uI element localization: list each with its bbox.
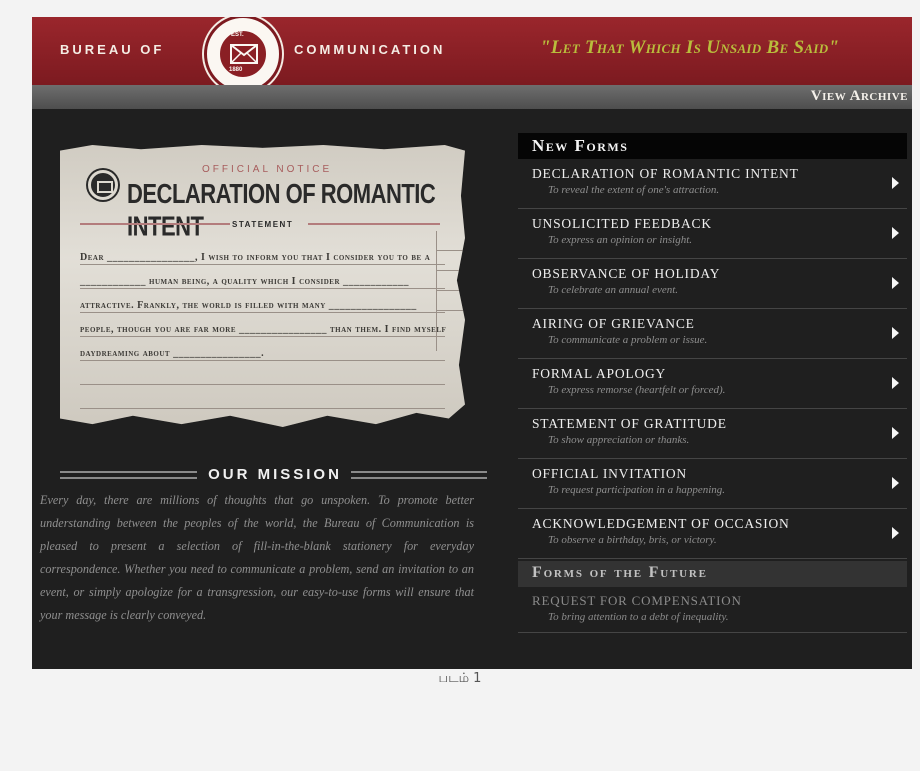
forms-menu: New Forms DECLARATION OF ROMANTIC INTENT…: [518, 133, 907, 633]
brand-text-left: BUREAU OF: [60, 42, 165, 57]
mission-title: OUR MISSION: [208, 466, 342, 483]
new-forms-header: New Forms: [518, 133, 907, 159]
form-title: DECLARATION OF ROMANTIC INTENT: [532, 166, 799, 181]
form-title: OFFICIAL INVITATION: [532, 466, 687, 481]
notice-body-text: Dear ________________, I wish to inform …: [80, 252, 447, 359]
featured-form-image[interactable]: OFFICIAL NOTICE DECLARATION OF ROMANTIC …: [60, 145, 465, 427]
notice-statement-label: STATEMENT: [232, 220, 294, 229]
notice-divider-left: [80, 223, 230, 225]
future-forms-header: Forms of the Future: [518, 561, 907, 587]
seal-stamp-icon: [88, 170, 118, 200]
arrow-right-icon[interactable]: [892, 377, 899, 389]
form-title: REQUEST FOR COMPENSATION: [532, 593, 742, 608]
future-forms-list: REQUEST FOR COMPENSATION To bring attenti…: [518, 587, 907, 633]
form-title: AIRING OF GRIEVANCE: [532, 316, 695, 331]
seal-year: 1880: [229, 67, 243, 73]
figure-caption: படம் 1: [438, 671, 482, 686]
notice-title: DECLARATION OF ROMANTIC INTENT: [127, 178, 436, 242]
form-description: To request participation in a happening.: [548, 484, 726, 496]
arrow-right-icon[interactable]: [892, 477, 899, 489]
form-description: To show appreciation or thanks.: [548, 434, 690, 446]
mission-heading: OUR MISSION: [60, 466, 487, 486]
new-form-item[interactable]: OFFICIAL INVITATION To request participat…: [518, 459, 907, 509]
form-description: To observe a birthday, bris, or victory.: [548, 534, 717, 546]
future-form-item: REQUEST FOR COMPENSATION To bring attenti…: [518, 587, 907, 633]
mission-rule-left: [60, 471, 197, 479]
form-title: FORMAL APOLOGY: [532, 366, 667, 381]
new-form-item[interactable]: DECLARATION OF ROMANTIC INTENT To reveal …: [518, 159, 907, 209]
form-description: To express an opinion or insight.: [548, 234, 693, 246]
notice-divider-right: [308, 223, 440, 225]
mission-rule-right: [351, 471, 487, 479]
page-frame: BUREAU OF EST. 1880 COMMUNICATION "Let T…: [32, 17, 912, 669]
new-form-item[interactable]: FORMAL APOLOGY To express remorse (heartf…: [518, 359, 907, 409]
bureau-seal-logo[interactable]: EST. 1880: [204, 17, 282, 93]
new-forms-list: DECLARATION OF ROMANTIC INTENT To reveal …: [518, 159, 907, 559]
mission-text: Every day, there are millions of thought…: [40, 493, 474, 622]
form-description: To celebrate an annual event.: [548, 284, 679, 296]
seal-est: EST.: [231, 32, 244, 38]
arrow-right-icon[interactable]: [892, 227, 899, 239]
arrow-right-icon[interactable]: [892, 177, 899, 189]
form-title: UNSOLICITED FEEDBACK: [532, 216, 712, 231]
arrow-right-icon[interactable]: [892, 527, 899, 539]
new-form-item[interactable]: AIRING OF GRIEVANCE To communicate a prob…: [518, 309, 907, 359]
site-motto: "Let That Which Is Unsaid Be Said": [540, 37, 840, 58]
site-header: BUREAU OF EST. 1880 COMMUNICATION "Let T…: [32, 17, 912, 93]
view-archive-link[interactable]: View Archive: [811, 88, 908, 105]
form-description: To communicate a problem or issue.: [548, 334, 708, 346]
form-title: STATEMENT OF GRATITUDE: [532, 416, 727, 431]
form-description: To express remorse (heartfelt or forced)…: [548, 384, 726, 396]
envelope-icon: [230, 44, 258, 64]
arrow-right-icon[interactable]: [892, 327, 899, 339]
arrow-right-icon[interactable]: [892, 427, 899, 439]
form-description: To bring attention to a debt of inequali…: [548, 611, 729, 623]
sub-navigation-bar: View Archive: [32, 85, 912, 109]
new-form-item[interactable]: OBSERVANCE OF HOLIDAY To celebrate an ann…: [518, 259, 907, 309]
arrow-right-icon[interactable]: [892, 277, 899, 289]
new-form-item[interactable]: ACKNOWLEDGEMENT OF OCCASION To observe a …: [518, 509, 907, 559]
form-title: ACKNOWLEDGEMENT OF OCCASION: [532, 516, 790, 531]
notice-official-label: OFFICIAL NOTICE: [202, 164, 333, 175]
new-form-item[interactable]: STATEMENT OF GRATITUDE To show appreciati…: [518, 409, 907, 459]
new-form-item[interactable]: UNSOLICITED FEEDBACK To express an opinio…: [518, 209, 907, 259]
form-title: OBSERVANCE OF HOLIDAY: [532, 266, 721, 281]
form-description: To reveal the extent of one's attraction…: [548, 184, 720, 196]
brand-text-right: COMMUNICATION: [294, 42, 446, 57]
